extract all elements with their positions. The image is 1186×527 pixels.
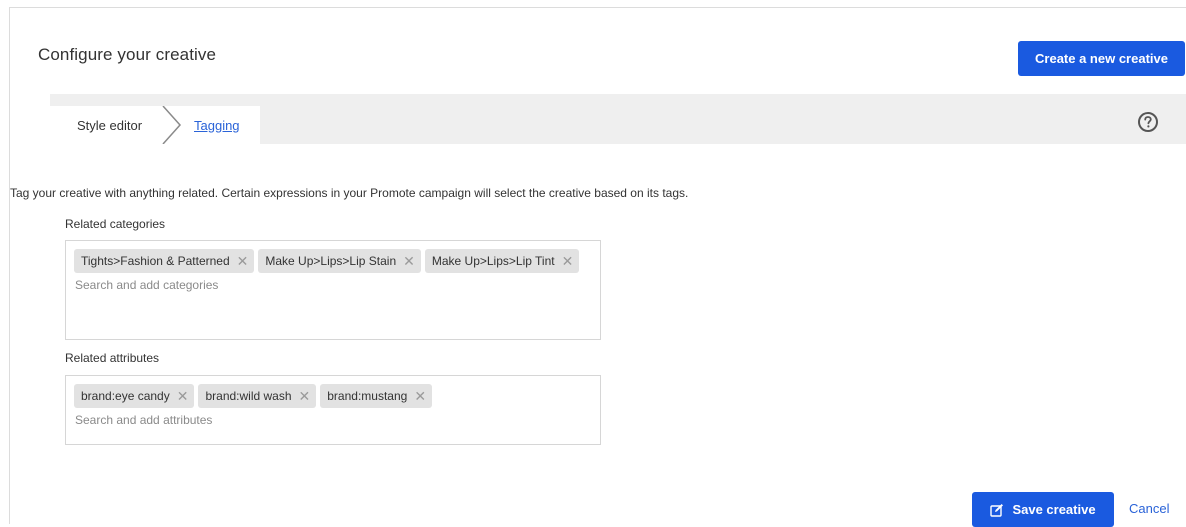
- close-icon[interactable]: ✕: [177, 389, 189, 403]
- tab-style-editor[interactable]: Style editor: [50, 106, 162, 144]
- tag-label: Make Up>Lips>Lip Stain: [265, 254, 397, 268]
- close-icon[interactable]: ✕: [414, 389, 426, 403]
- related-attributes-field[interactable]: brand:eye candy ✕ brand:wild wash ✕ bran…: [65, 375, 601, 445]
- create-new-creative-button[interactable]: Create a new creative: [1018, 41, 1185, 76]
- close-icon[interactable]: ✕: [237, 254, 249, 268]
- category-tag: Make Up>Lips>Lip Tint ✕: [424, 249, 580, 273]
- related-categories-label: Related categories: [65, 217, 166, 231]
- tag-label: brand:wild wash: [205, 389, 292, 403]
- page-title: Configure your creative: [38, 45, 217, 64]
- tag-label: brand:mustang: [327, 389, 408, 403]
- category-tag: Tights>Fashion & Patterned ✕: [74, 249, 255, 273]
- related-attributes-label: Related attributes: [65, 351, 160, 365]
- cancel-link[interactable]: Cancel: [1129, 501, 1169, 516]
- categories-search-input[interactable]: [74, 276, 592, 294]
- related-categories-field[interactable]: Tights>Fashion & Patterned ✕ Make Up>Lip…: [65, 240, 601, 340]
- edit-icon: [990, 503, 1004, 517]
- close-icon[interactable]: ✕: [403, 254, 415, 268]
- attribute-tag: brand:eye candy ✕: [74, 384, 195, 408]
- chevron-right-icon: [162, 106, 192, 144]
- close-icon[interactable]: ✕: [299, 389, 311, 403]
- tagging-description: Tag your creative with anything related.…: [10, 186, 689, 200]
- attribute-tag: brand:wild wash ✕: [198, 384, 317, 408]
- attribute-tag: brand:mustang ✕: [320, 384, 433, 408]
- tab-tagging[interactable]: Tagging: [192, 106, 260, 144]
- attributes-search-input[interactable]: [74, 411, 592, 429]
- help-circle-icon[interactable]: [1137, 111, 1159, 133]
- save-creative-button[interactable]: Save creative: [972, 492, 1114, 527]
- tag-label: brand:eye candy: [81, 389, 170, 403]
- save-button-label: Save creative: [1012, 502, 1096, 517]
- tab-bar: Style editor Tagging: [50, 94, 1186, 144]
- tag-label: Make Up>Lips>Lip Tint: [431, 254, 555, 268]
- tag-label: Tights>Fashion & Patterned: [81, 254, 230, 268]
- close-icon[interactable]: ✕: [562, 254, 574, 268]
- creative-panel: Configure your creative Create a new cre…: [9, 7, 1186, 527]
- category-tag: Make Up>Lips>Lip Stain ✕: [258, 249, 421, 273]
